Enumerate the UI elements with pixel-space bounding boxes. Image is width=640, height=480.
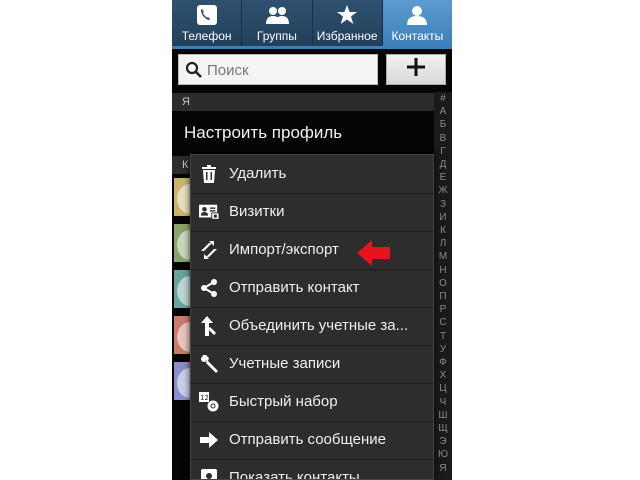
star-icon bbox=[313, 3, 382, 27]
index-letter[interactable]: Ш bbox=[434, 410, 452, 421]
search-box[interactable] bbox=[178, 54, 378, 85]
trash-icon bbox=[199, 164, 219, 184]
index-letter[interactable]: Ж bbox=[434, 186, 452, 196]
menu-item-label: Объединить учетные за... bbox=[229, 317, 409, 334]
index-letter[interactable]: Х bbox=[434, 371, 452, 381]
index-letter[interactable]: З bbox=[434, 199, 452, 210]
index-letter[interactable]: Л bbox=[434, 239, 452, 249]
menu-item-send-message[interactable]: Отправить сообщение bbox=[191, 421, 433, 460]
show-contacts-icon bbox=[199, 468, 219, 479]
send-arrow-icon bbox=[199, 430, 219, 450]
index-letter[interactable]: Ч bbox=[434, 397, 452, 408]
index-letter[interactable]: О bbox=[434, 278, 452, 289]
index-letter[interactable]: # bbox=[434, 94, 452, 104]
index-letter[interactable]: Э bbox=[434, 437, 452, 447]
menu-item-label: Отправить сообщение bbox=[229, 431, 387, 448]
business-card-icon bbox=[199, 202, 219, 222]
menu-item-label: Импорт/экспорт bbox=[229, 241, 339, 258]
index-letter[interactable]: Б bbox=[434, 120, 452, 130]
wrench-icon bbox=[199, 354, 219, 374]
svg-text:12: 12 bbox=[200, 394, 209, 402]
menu-item-speed-dial[interactable]: 12 Быстрый набор bbox=[191, 383, 433, 422]
menu-item-send-contact[interactable]: Отправить контакт bbox=[191, 269, 433, 308]
menu-item-label: Удалить bbox=[229, 165, 287, 182]
index-letter[interactable]: Щ bbox=[434, 424, 452, 434]
index-letter[interactable]: Т bbox=[434, 331, 452, 342]
index-letter[interactable]: У bbox=[434, 344, 452, 355]
index-letter[interactable]: И bbox=[434, 212, 452, 223]
search-icon bbox=[185, 61, 203, 84]
groups-icon bbox=[242, 3, 311, 27]
menu-item-show-contacts[interactable]: Показать контакты bbox=[191, 459, 433, 480]
tab-bar: Телефон Группы Избранное Контакты bbox=[172, 0, 452, 46]
tab-underline bbox=[172, 46, 452, 49]
index-letter[interactable]: Ф bbox=[434, 358, 452, 368]
index-letter[interactable]: М bbox=[434, 252, 452, 262]
index-letter[interactable]: С bbox=[434, 318, 452, 328]
alphabet-index-strip[interactable]: # А Б В Г Д Е Ж З И К Л М Н О П Р С Т У Ф Х Ц Ч Ш Щ Э Ю Я bbox=[434, 92, 452, 480]
index-letter[interactable]: Е bbox=[434, 173, 452, 183]
menu-item-import-export[interactable]: Импорт/экспорт bbox=[191, 231, 433, 270]
index-letter[interactable]: К bbox=[434, 226, 452, 236]
speed-dial-icon: 12 bbox=[199, 392, 219, 412]
index-letter[interactable]: П bbox=[434, 292, 452, 302]
menu-item-delete[interactable]: Удалить bbox=[191, 155, 433, 194]
phone-icon bbox=[172, 3, 241, 27]
index-letter[interactable]: В bbox=[434, 133, 452, 144]
merge-icon bbox=[199, 316, 219, 336]
index-letter[interactable]: Ю bbox=[434, 450, 452, 460]
import-export-icon bbox=[199, 240, 219, 260]
annotation-arrow-icon bbox=[357, 238, 391, 273]
share-icon bbox=[199, 278, 219, 298]
tab-groups[interactable]: Группы bbox=[242, 0, 313, 46]
menu-item-label: Показать контакты bbox=[229, 469, 360, 480]
plus-icon bbox=[406, 57, 426, 82]
index-letter[interactable]: Я bbox=[434, 463, 452, 474]
search-input[interactable] bbox=[207, 59, 367, 81]
index-letter[interactable]: Ц bbox=[434, 384, 452, 394]
menu-item-business-cards[interactable]: Визитки bbox=[191, 193, 433, 232]
options-menu: Удалить Визитки Импорт/экспорт Отправить… bbox=[190, 154, 434, 480]
index-letter[interactable]: Н bbox=[434, 265, 452, 276]
index-letter[interactable]: Р bbox=[434, 305, 452, 315]
tab-label: Группы bbox=[256, 29, 297, 43]
menu-item-label: Отправить контакт bbox=[229, 279, 360, 296]
menu-item-label: Учетные записи bbox=[229, 355, 341, 372]
tab-label: Избранное bbox=[316, 29, 378, 43]
contact-icon bbox=[383, 3, 452, 27]
add-contact-button[interactable] bbox=[386, 54, 446, 85]
tab-label: Телефон bbox=[181, 29, 232, 43]
section-header-me: Я bbox=[172, 93, 434, 111]
menu-item-label: Визитки bbox=[229, 203, 285, 220]
index-letter[interactable]: Г bbox=[434, 146, 452, 157]
index-letter[interactable]: Д bbox=[434, 160, 452, 170]
menu-item-label: Быстрый набор bbox=[229, 393, 338, 410]
tab-contacts[interactable]: Контакты bbox=[382, 0, 452, 46]
tab-favorites[interactable]: Избранное bbox=[312, 0, 383, 46]
menu-item-accounts[interactable]: Учетные записи bbox=[191, 345, 433, 384]
index-letter[interactable]: А bbox=[434, 107, 452, 117]
phone-screen: Телефон Группы Избранное Контакты Поиск … bbox=[172, 0, 452, 480]
set-up-profile-item[interactable]: Настроить профиль bbox=[172, 112, 434, 154]
menu-item-merge-accounts[interactable]: Объединить учетные за... bbox=[191, 307, 433, 346]
tab-phone[interactable]: Телефон bbox=[172, 0, 243, 46]
tab-label: Контакты bbox=[391, 29, 444, 43]
